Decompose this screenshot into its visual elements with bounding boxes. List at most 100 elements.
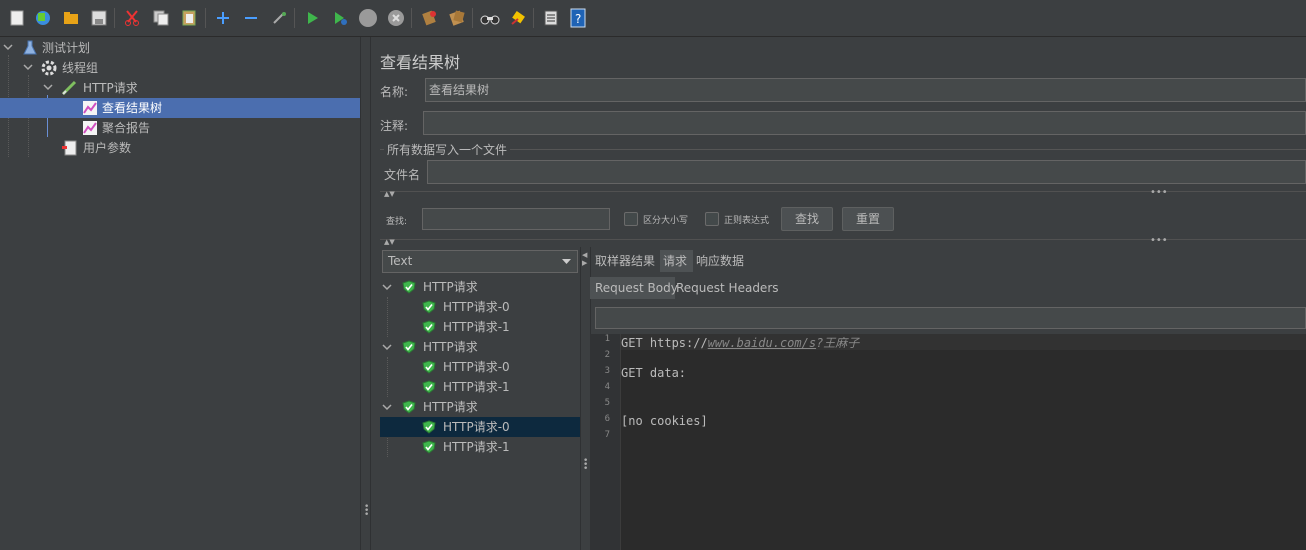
tree-item-http-request[interactable]: HTTP请求 — [0, 78, 360, 98]
stop-icon[interactable] — [357, 7, 379, 29]
paste-icon[interactable] — [178, 7, 200, 29]
open-icon[interactable] — [60, 7, 82, 29]
filename-label: 文件名 — [384, 168, 421, 182]
filename-field[interactable] — [427, 160, 1306, 184]
case-sensitive-label: 区分大小写 — [643, 216, 689, 226]
editor-search-bar[interactable] — [595, 307, 1306, 329]
result-item[interactable]: HTTP请求-1 — [380, 317, 580, 337]
tab-request-body[interactable]: Request Body — [590, 277, 678, 299]
tab-response-data[interactable]: 响应数据 — [694, 250, 756, 272]
splitter-grip-icon[interactable]: • • • — [364, 503, 369, 520]
copy-icon[interactable] — [150, 7, 172, 29]
divider-arrows-icon[interactable]: ▲▼ — [384, 190, 395, 198]
line-number-gutter: 1 2 3 4 5 6 7 — [590, 334, 621, 550]
tree-item-label: 线程组 — [62, 61, 99, 75]
toggle-icon[interactable] — [268, 7, 290, 29]
tree-item-test-plan[interactable]: 测试计划 — [0, 38, 360, 58]
divider-grip-icon[interactable]: ••• — [1150, 235, 1168, 246]
clear-all-icon[interactable] — [446, 7, 468, 29]
toolbar: ? — [0, 0, 1306, 37]
shutdown-icon[interactable] — [385, 7, 407, 29]
result-item[interactable]: HTTP请求-0 — [380, 297, 580, 317]
cut-icon[interactable] — [121, 7, 143, 29]
save-icon[interactable] — [88, 7, 110, 29]
new-icon[interactable] — [6, 7, 28, 29]
templates-icon[interactable] — [32, 7, 54, 29]
result-item[interactable]: HTTP请求-0 — [380, 357, 580, 377]
reset-button[interactable]: 重置 — [842, 207, 894, 231]
name-field[interactable]: 查看结果树 — [425, 78, 1306, 102]
result-item[interactable]: HTTP请求-1 — [380, 377, 580, 397]
test-plan-tree: 测试计划 线程组 HTTP请求 查看结果树 聚合报告 用户参数 — [0, 37, 360, 550]
search-input[interactable] — [422, 208, 610, 230]
chevron-down-icon[interactable] — [382, 402, 392, 412]
expand-icon[interactable] — [212, 7, 234, 29]
chevron-down-icon[interactable] — [382, 342, 392, 352]
tab-sampler-result[interactable]: 取样器结果 — [593, 250, 659, 272]
divider-grip-icon[interactable]: ••• — [1150, 187, 1168, 198]
case-sensitive-checkbox[interactable] — [624, 212, 638, 226]
reset-search-icon[interactable] — [507, 7, 529, 29]
tree-item-user-parameters[interactable]: 用户参数 — [0, 138, 360, 158]
toolbar-separator — [411, 8, 412, 28]
regex-checkbox[interactable] — [705, 212, 719, 226]
divider-arrows-icon[interactable]: ▲▼ — [384, 238, 395, 246]
renderer-select[interactable]: Text — [382, 250, 578, 273]
renderer-select-value: Text — [388, 254, 413, 268]
start-no-pause-icon[interactable] — [329, 7, 351, 29]
code-url-link[interactable]: www.baidu.com/s — [708, 336, 816, 350]
splitter-grip-icon[interactable]: • • • — [583, 457, 588, 474]
tab-request-headers[interactable]: Request Headers — [676, 277, 779, 299]
success-check-icon — [422, 360, 436, 374]
success-check-icon — [402, 340, 416, 354]
comment-field[interactable] — [423, 111, 1306, 135]
result-item[interactable]: HTTP请求 — [380, 277, 580, 297]
line-number: 3 — [604, 366, 610, 376]
result-item[interactable]: HTTP请求-0 — [380, 417, 580, 437]
result-item[interactable]: HTTP请求-1 — [380, 437, 580, 457]
result-item-label: HTTP请求-0 — [443, 300, 510, 314]
tree-item-aggregate-report[interactable]: 聚合报告 — [0, 118, 360, 138]
result-item[interactable]: HTTP请求 — [380, 337, 580, 357]
tree-item-label: 用户参数 — [83, 141, 132, 155]
tree-item-thread-group[interactable]: 线程组 — [0, 58, 360, 78]
toolbar-separator — [533, 8, 534, 28]
splitter-arrows-icon[interactable]: ◀ ▶ — [582, 251, 587, 267]
chevron-down-icon[interactable] — [3, 42, 13, 52]
request-body-editor[interactable]: 1 2 3 4 5 6 7 GET https://www.baidu.com/… — [590, 334, 1306, 550]
code-line-1: GET https://www.baidu.com/s?王麻子 — [621, 334, 859, 351]
line-number: 6 — [604, 414, 610, 424]
http-sampler-icon — [61, 80, 77, 96]
results-tree: HTTP请求 HTTP请求-0 HTTP请求-1 HTTP请求 HTTP请求-0 HTTP… — [380, 277, 580, 477]
success-check-icon — [402, 280, 416, 294]
line-number: 4 — [604, 382, 610, 392]
tab-request[interactable]: 请求 — [660, 250, 693, 272]
result-item-label: HTTP请求-1 — [443, 440, 510, 454]
line-number: 7 — [604, 430, 610, 440]
result-item-label: HTTP请求 — [423, 340, 478, 354]
result-item-label: HTTP请求 — [423, 280, 478, 294]
result-item-label: HTTP请求 — [423, 400, 478, 414]
search-icon[interactable] — [479, 7, 501, 29]
view-results-tree-panel: 查看结果树 名称: 查看结果树 注释: 所有数据写入一个文件 文件名 ▲▼ ••… — [370, 37, 1306, 550]
start-icon[interactable] — [301, 7, 323, 29]
line-number: 1 — [604, 334, 610, 344]
name-label: 名称: — [380, 85, 409, 99]
toolbar-separator — [114, 8, 115, 28]
code-text: ?王麻子 — [816, 336, 860, 350]
success-check-icon — [422, 320, 436, 334]
help-icon[interactable]: ? — [567, 7, 589, 29]
chevron-down-icon[interactable] — [23, 62, 33, 72]
chevron-down-icon[interactable] — [43, 82, 53, 92]
preprocessor-icon — [62, 140, 77, 156]
tree-item-view-results-tree[interactable]: 查看结果树 — [0, 98, 360, 118]
success-check-icon — [422, 440, 436, 454]
find-button[interactable]: 查找 — [781, 207, 833, 231]
chevron-down-icon[interactable] — [382, 282, 392, 292]
collapse-icon[interactable] — [240, 7, 262, 29]
result-item-label: HTTP请求-1 — [443, 320, 510, 334]
clear-icon[interactable] — [418, 7, 440, 29]
tree-item-label: 测试计划 — [42, 41, 91, 55]
function-helper-icon[interactable] — [540, 7, 562, 29]
result-item[interactable]: HTTP请求 — [380, 397, 580, 417]
